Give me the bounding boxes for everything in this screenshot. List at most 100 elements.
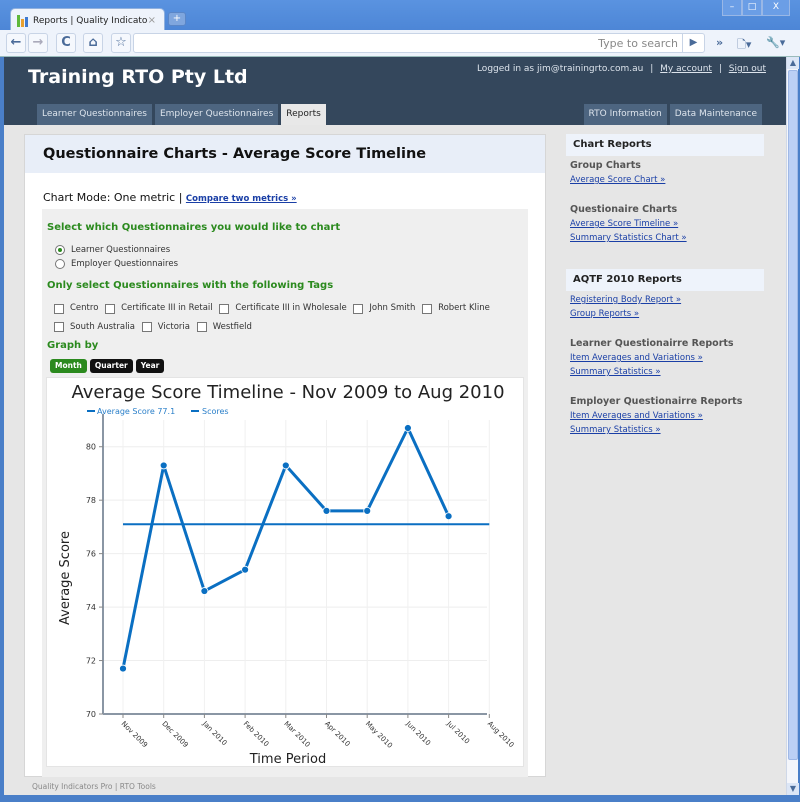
checkbox[interactable] bbox=[219, 303, 230, 314]
graph-by-buttons: Month Quarter Year bbox=[50, 359, 165, 373]
sidebar-subheading-learner-reports: Learner Questionairre Reports bbox=[570, 338, 734, 349]
tag-robert-kline[interactable]: Robert Kline bbox=[422, 301, 490, 316]
sidebar-link-employer-summary-statistics[interactable]: Summary Statistics » bbox=[570, 425, 661, 435]
reload-icon[interactable]: C bbox=[56, 33, 76, 53]
page-menu-icon[interactable]: 🗋▾ bbox=[737, 36, 751, 55]
y-tick-label: 76 bbox=[86, 550, 96, 559]
sidebar-link-average-score-timeline[interactable]: Average Score Timeline » bbox=[570, 219, 678, 229]
tag-john-smith[interactable]: John Smith bbox=[353, 301, 415, 316]
graph-by-month-button[interactable]: Month bbox=[50, 359, 87, 373]
legend-label-scores[interactable]: Scores bbox=[202, 407, 229, 416]
tag-westfield[interactable]: Westfield bbox=[196, 320, 252, 335]
tag-certificate-iii-retail[interactable]: Certificate III in Retail bbox=[105, 301, 213, 316]
legend-label-average[interactable]: Average Score 77.1 bbox=[97, 407, 175, 416]
nav-tab-employer-questionnaires[interactable]: Employer Questionnaires bbox=[154, 104, 279, 125]
checkbox[interactable] bbox=[196, 322, 207, 332]
graph-by-year-button[interactable]: Year bbox=[135, 359, 165, 373]
sidebar-heading-chart-reports: Chart Reports bbox=[566, 134, 764, 156]
radio-learner-questionnaires[interactable]: Learner Questionnaires bbox=[55, 245, 170, 255]
sidebar-link-summary-statistics-chart[interactable]: Summary Statistics Chart » bbox=[570, 233, 687, 243]
sidebar-link-average-score-chart[interactable]: Average Score Chart » bbox=[570, 175, 665, 185]
checkbox[interactable] bbox=[54, 303, 64, 314]
y-axis-ticks: 70 72 74 76 78 80 bbox=[86, 443, 103, 719]
site-header: Training RTO Pty Ltd Logged in as jim@tr… bbox=[4, 57, 786, 125]
chart-favicon-icon bbox=[17, 14, 29, 27]
address-bar[interactable]: Type to search ▶ bbox=[133, 33, 705, 53]
go-arrow-icon[interactable]: ▶ bbox=[682, 34, 704, 52]
sidebar-link-learner-item-averages[interactable]: Item Averages and Variations » bbox=[570, 353, 703, 363]
window-frame-bottom bbox=[0, 795, 800, 802]
sidebar-subheading-group-charts: Group Charts bbox=[570, 160, 641, 171]
scroll-down-arrow-icon[interactable]: ▼ bbox=[787, 783, 799, 795]
sidebar-link-employer-item-averages[interactable]: Item Averages and Variations » bbox=[570, 411, 703, 421]
select-questionnaires-heading: Select which Questionnaires you would li… bbox=[47, 222, 341, 233]
nav-tab-data-maintenance[interactable]: Data Maintenance bbox=[669, 104, 762, 125]
x-tick-label: Dec 2009 bbox=[160, 720, 189, 749]
vertical-scrollbar[interactable]: ▲ ▼ bbox=[786, 57, 799, 795]
scroll-up-arrow-icon[interactable]: ▲ bbox=[787, 57, 799, 69]
x-tick-label: Jul 2010 bbox=[444, 719, 471, 746]
scores-data-point bbox=[241, 565, 250, 574]
maximize-button[interactable]: □ bbox=[742, 0, 762, 16]
page-title: Questionnaire Charts - Average Score Tim… bbox=[43, 146, 427, 162]
radio-employer-questionnaires[interactable]: Employer Questionnaires bbox=[55, 259, 178, 269]
tag-checkboxes: Centro Certificate III in Retail Certifi… bbox=[54, 301, 524, 338]
wrench-menu-icon[interactable]: 🔧▾ bbox=[766, 36, 785, 49]
nav-tab-reports[interactable]: Reports bbox=[281, 104, 326, 125]
tag-certificate-iii-wholesale[interactable]: Certificate III in Wholesale bbox=[219, 301, 347, 316]
page-viewport: Training RTO Pty Ltd Logged in as jim@tr… bbox=[4, 57, 786, 795]
x-tick-label: Jun 2010 bbox=[404, 719, 432, 747]
scores-data-point bbox=[403, 424, 412, 432]
bookmark-star-icon[interactable]: ☆ bbox=[111, 33, 131, 53]
checkbox[interactable] bbox=[141, 322, 152, 332]
y-tick-label: 74 bbox=[86, 603, 96, 612]
new-tab-button[interactable]: + bbox=[168, 12, 186, 26]
radio-button[interactable] bbox=[55, 259, 65, 269]
home-icon[interactable]: ⌂ bbox=[83, 33, 103, 53]
chart-title: Average Score Timeline - Nov 2009 to Aug… bbox=[71, 382, 504, 403]
graph-by-quarter-button[interactable]: Quarter bbox=[89, 359, 133, 373]
user-bar: Logged in as jim@trainingrto.com.au | My… bbox=[476, 64, 766, 74]
checkbox[interactable] bbox=[353, 303, 364, 314]
chart-series bbox=[119, 424, 490, 673]
chart-container: Average Score Timeline - Nov 2009 to Aug… bbox=[46, 377, 524, 767]
sidebar-link-registering-body-report[interactable]: Registering Body Report » bbox=[570, 295, 681, 305]
browser-tab[interactable]: Reports | Quality Indicator... × bbox=[10, 8, 165, 32]
compare-two-metrics-link[interactable]: Compare two metrics » bbox=[186, 194, 297, 204]
my-account-link[interactable]: My account bbox=[660, 64, 712, 74]
x-tick-label: May 2010 bbox=[364, 720, 394, 750]
tag-south-australia[interactable]: South Australia bbox=[54, 320, 135, 335]
checkbox[interactable] bbox=[105, 303, 116, 314]
checkbox[interactable] bbox=[422, 303, 433, 314]
scores-data-point bbox=[119, 664, 127, 673]
checkbox[interactable] bbox=[54, 322, 64, 332]
filter-panel: Select which Questionnaires you would li… bbox=[42, 209, 528, 777]
tag-victoria[interactable]: Victoria bbox=[141, 320, 190, 335]
minimize-button[interactable]: – bbox=[722, 0, 742, 16]
back-arrow-icon[interactable]: ← bbox=[6, 33, 26, 53]
scores-data-point bbox=[200, 587, 209, 595]
forward-arrow-icon[interactable]: → bbox=[28, 33, 48, 53]
nav-tab-learner-questionnaires[interactable]: Learner Questionnaires bbox=[37, 104, 152, 125]
scores-data-point bbox=[159, 461, 168, 470]
browser-toolbar: ← → C ⌂ ☆ Type to search ▶ » 🗋▾ 🔧▾ bbox=[0, 30, 800, 57]
scores-data-point bbox=[363, 506, 372, 515]
y-tick-label: 70 bbox=[86, 710, 96, 719]
browser-titlebar: Reports | Quality Indicator... × + – □ X bbox=[0, 0, 800, 32]
sign-out-link[interactable]: Sign out bbox=[729, 64, 766, 74]
sidebar-link-group-reports[interactable]: Group Reports » bbox=[570, 309, 639, 319]
nav-tab-rto-information[interactable]: RTO Information bbox=[583, 104, 667, 125]
y-tick-label: 72 bbox=[86, 657, 96, 666]
more-chevron-icon[interactable]: » bbox=[716, 36, 723, 49]
tab-close-icon[interactable]: × bbox=[148, 15, 156, 26]
scrollbar-thumb[interactable] bbox=[788, 70, 798, 760]
sidebar-link-learner-summary-statistics[interactable]: Summary Statistics » bbox=[570, 367, 661, 377]
tag-centro[interactable]: Centro bbox=[54, 301, 98, 316]
x-tick-label: Aug 2010 bbox=[486, 720, 515, 749]
window-controls: – □ X bbox=[722, 0, 790, 18]
close-window-button[interactable]: X bbox=[762, 0, 790, 16]
x-tick-label: Feb 2010 bbox=[242, 720, 271, 749]
x-tick-label: Jan 2010 bbox=[200, 719, 228, 747]
radio-button-checked[interactable] bbox=[55, 245, 65, 255]
main-content: Questionnaire Charts - Average Score Tim… bbox=[24, 134, 546, 777]
